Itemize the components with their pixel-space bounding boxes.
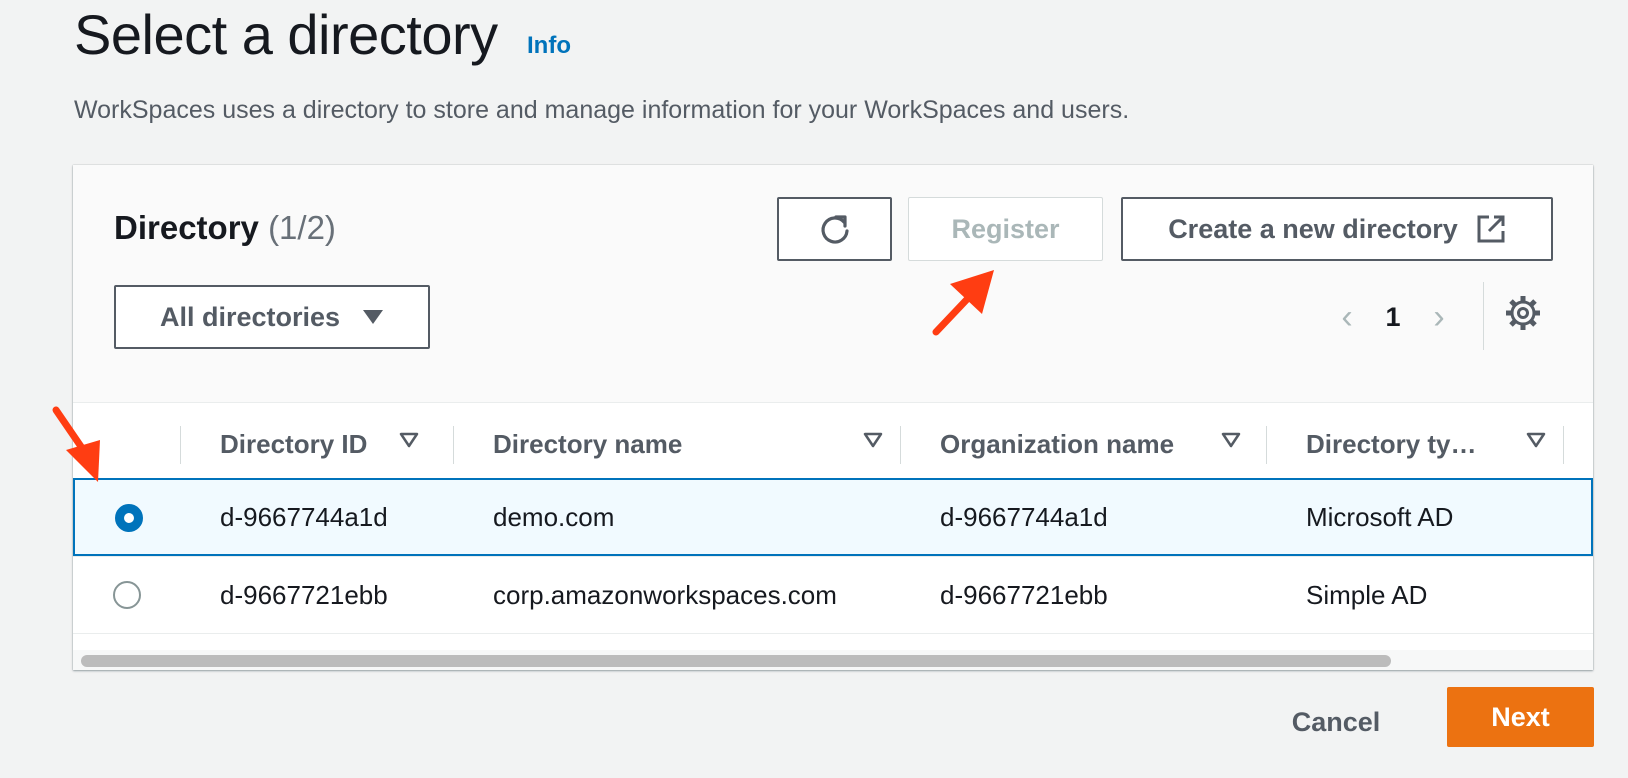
refresh-icon xyxy=(820,215,849,244)
table-row[interactable]: d-9667744a1d demo.com d-9667744a1d Micro… xyxy=(73,478,1593,556)
scrollbar-thumb[interactable] xyxy=(81,655,1391,667)
annotation-arrow-icon xyxy=(52,406,100,482)
column-header-directory-name[interactable]: Directory name xyxy=(493,410,883,478)
create-directory-button[interactable]: Create a new directory xyxy=(1121,197,1553,261)
cell-directory-id: d-9667721ebb xyxy=(220,579,388,610)
cell-directory-type: Simple AD xyxy=(1306,579,1428,610)
info-link[interactable]: Info xyxy=(527,32,571,60)
create-directory-label: Create a new directory xyxy=(1168,213,1458,244)
panel-header: Directory (1/2) Register Create a new di… xyxy=(73,165,1593,403)
column-separator xyxy=(1266,426,1267,464)
directory-panel: Directory (1/2) Register Create a new di… xyxy=(73,165,1593,670)
pagination-divider xyxy=(1483,282,1484,350)
filter-label: All directories xyxy=(159,301,341,332)
column-header-directory-type[interactable]: Directory ty… xyxy=(1306,410,1546,478)
panel-title-text: Directory xyxy=(114,209,259,246)
cell-organization-name: d-9667744a1d xyxy=(940,501,1108,532)
row-radio-selected[interactable] xyxy=(115,504,143,532)
column-separator xyxy=(900,426,901,464)
panel-title: Directory (1/2) xyxy=(114,209,336,247)
directory-filter-select[interactable]: All directories xyxy=(114,285,430,349)
sort-icon xyxy=(1221,432,1241,448)
column-header-directory-id[interactable]: Directory ID xyxy=(220,410,419,478)
column-separator xyxy=(1563,426,1564,464)
external-link-icon xyxy=(1477,215,1505,243)
cell-directory-name: demo.com xyxy=(493,501,615,532)
cell-directory-type: Microsoft AD xyxy=(1306,501,1454,532)
refresh-button[interactable] xyxy=(777,197,892,261)
register-button[interactable]: Register xyxy=(908,197,1103,261)
sort-icon xyxy=(1526,432,1546,448)
gear-icon[interactable] xyxy=(1503,293,1543,333)
column-separator xyxy=(180,426,181,464)
row-radio[interactable] xyxy=(113,581,141,609)
horizontal-scrollbar[interactable] xyxy=(73,650,1593,670)
column-header-organization-name[interactable]: Organization name xyxy=(940,410,1241,478)
cell-organization-name: d-9667721ebb xyxy=(940,579,1108,610)
previous-page-icon[interactable]: ‹ xyxy=(1323,298,1371,337)
selection-count: (1/2) xyxy=(268,209,336,246)
column-separator xyxy=(453,426,454,464)
page-description: WorkSpaces uses a directory to store and… xyxy=(74,96,1130,124)
caret-down-icon xyxy=(363,310,384,324)
next-page-icon[interactable]: › xyxy=(1415,298,1463,337)
sort-icon xyxy=(863,432,883,448)
pagination: ‹ 1 › xyxy=(1323,288,1463,346)
annotation-arrow-icon xyxy=(932,270,994,336)
current-page[interactable]: 1 xyxy=(1371,302,1415,333)
table-row[interactable]: d-9667721ebb corp.amazonworkspaces.com d… xyxy=(73,556,1593,634)
sort-icon xyxy=(399,432,419,448)
next-button[interactable]: Next xyxy=(1447,687,1594,747)
cell-directory-id: d-9667744a1d xyxy=(220,501,388,532)
cancel-button[interactable]: Cancel xyxy=(1266,690,1406,754)
page-title: Select a directory xyxy=(74,3,498,66)
cell-directory-name: corp.amazonworkspaces.com xyxy=(493,579,837,610)
table-header: Directory ID Directory name Organization… xyxy=(73,410,1593,478)
